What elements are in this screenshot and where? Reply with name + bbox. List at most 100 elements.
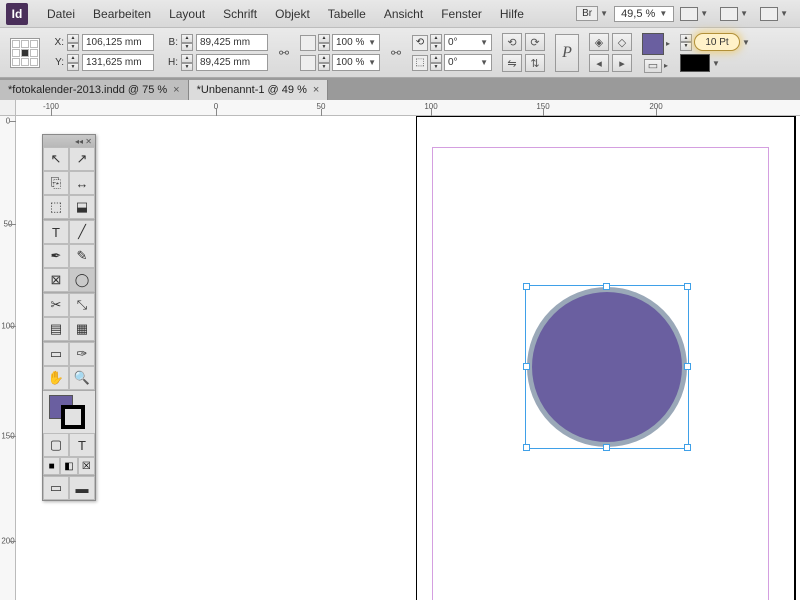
h-field[interactable]: 89,425 mm [196,54,268,71]
vertical-ruler[interactable]: 050100150200 [0,116,16,600]
close-icon[interactable]: × [173,84,179,96]
stroke-type-icon[interactable]: ▭ [644,59,662,73]
scale-x-spinner[interactable]: ▲▼ [318,34,330,51]
y-spinner[interactable]: ▲▼ [67,54,79,71]
view-mode-preview-icon[interactable]: ▬ [69,476,95,500]
bridge-button[interactable]: Br▼ [570,6,614,21]
menu-bar: Id Datei Bearbeiten Layout Schrift Objek… [0,0,800,28]
x-field[interactable]: 106,125 mm [82,34,154,51]
rotate-cw-icon[interactable]: ⟳ [525,33,545,51]
reference-point[interactable] [10,38,40,68]
scale-x-field[interactable]: 100 %▼ [332,34,380,51]
selection-tool[interactable]: ↖ [43,147,69,171]
free-transform-tool[interactable]: ⤡ [69,293,95,317]
handle-tr[interactable] [684,283,691,290]
direct-selection-tool[interactable]: ↗ [69,147,95,171]
line-tool[interactable]: ╱ [69,220,95,244]
ruler-origin[interactable] [0,100,16,116]
select-content-icon[interactable]: ◈ [589,33,609,51]
select-next-icon[interactable]: ▸ [612,54,632,72]
formatting-container-icon[interactable]: ▢ [43,433,69,457]
pen-tool[interactable]: ✒ [43,244,69,268]
type-tool[interactable]: T [43,220,69,244]
menu-fenster[interactable]: Fenster [432,7,491,21]
handle-ml[interactable] [523,363,530,370]
handle-br[interactable] [684,444,691,451]
flip-v-icon[interactable]: ⇅ [525,54,545,72]
scale-y-field[interactable]: 100 %▼ [332,54,380,71]
handle-tl[interactable] [523,283,530,290]
rotate-spinner[interactable]: ▲▼ [430,34,442,51]
stroke-color-icon[interactable] [61,405,85,429]
rotate-field[interactable]: 0°▼ [444,34,492,51]
menu-objekt[interactable]: Objekt [266,7,319,21]
w-field[interactable]: 89,425 mm [196,34,268,51]
shear-field[interactable]: 0°▼ [444,54,492,71]
select-container-icon[interactable]: ◇ [612,33,632,51]
screen-mode-icon[interactable]: ▼ [674,7,714,21]
formatting-text-icon[interactable]: T [69,433,95,457]
arrange-icon[interactable]: ▼ [714,7,754,21]
select-prev-icon[interactable]: ◂ [589,54,609,72]
content-placer-tool[interactable]: ⬓ [69,195,95,219]
pencil-tool[interactable]: ✎ [69,244,95,268]
gradient-feather-tool[interactable]: ▦ [69,317,95,341]
y-field[interactable]: 131,625 mm [82,54,154,71]
eyedropper-tool[interactable]: ✑ [69,342,95,366]
handle-mr[interactable] [684,363,691,370]
workspace-icon[interactable]: ▼ [754,7,794,21]
char-panel-icon[interactable]: P [555,34,579,72]
gap-tool[interactable]: ↔ [69,171,95,195]
selected-object[interactable] [527,287,687,447]
stroke-weight-field[interactable]: 10 Pt [694,33,740,51]
panel-header[interactable]: ◂◂ ✕ [43,135,95,147]
rotate-ccw-icon[interactable]: ⟲ [502,33,522,51]
zoom-level[interactable]: 49,5 %▼ [614,6,674,22]
view-mode-normal-icon[interactable]: ▭ [43,476,69,500]
app-logo: Id [6,3,28,25]
content-collector-tool[interactable]: ⬚ [43,195,69,219]
selection-frame [525,285,689,449]
menu-datei[interactable]: Datei [38,7,84,21]
handle-bl[interactable] [523,444,530,451]
menu-layout[interactable]: Layout [160,7,214,21]
note-tool[interactable]: ▭ [43,342,69,366]
menu-tabelle[interactable]: Tabelle [319,7,375,21]
gradient-swatch-tool[interactable]: ▤ [43,317,69,341]
scale-y-spinner[interactable]: ▲▼ [318,54,330,71]
constrain-wh-icon[interactable]: ⚯ [278,36,290,70]
fill-stroke-swatches[interactable] [43,391,95,433]
stroke-weight-spinner[interactable]: ▲▼ [680,34,692,51]
menu-schrift[interactable]: Schrift [214,7,266,21]
fill-swatch[interactable] [642,33,664,55]
handle-tc[interactable] [603,283,610,290]
w-spinner[interactable]: ▲▼ [181,34,193,51]
scissors-tool[interactable]: ✂ [43,293,69,317]
hand-tool[interactable]: ✋ [43,366,69,390]
page-tool[interactable]: ⎘ [43,171,69,195]
apply-color-icon[interactable]: ■ [43,457,60,475]
handle-bc[interactable] [603,444,610,451]
canvas[interactable]: ◂◂ ✕ ↖ ↗ ⎘ ↔ ⬚ ⬓ T ╱ ✒ ✎ ⊠ ◯ ✂ ⤡ ▤ ▦ [16,116,800,600]
shear-spinner[interactable]: ▲▼ [430,54,442,71]
page [416,116,796,600]
h-spinner[interactable]: ▲▼ [181,54,193,71]
zoom-tool[interactable]: 🔍 [69,366,95,390]
ellipse-tool[interactable]: ◯ [69,268,95,292]
tools-panel[interactable]: ◂◂ ✕ ↖ ↗ ⎘ ↔ ⬚ ⬓ T ╱ ✒ ✎ ⊠ ◯ ✂ ⤡ ▤ ▦ [42,134,96,501]
constrain-scale-icon[interactable]: ⚯ [390,36,402,70]
tab-fotokalender[interactable]: *fotokalender-2013.indd @ 75 %× [0,80,189,100]
menu-hilfe[interactable]: Hilfe [491,7,533,21]
menu-bearbeiten[interactable]: Bearbeiten [84,7,160,21]
flip-h-icon[interactable]: ⇋ [502,54,522,72]
stroke-style[interactable] [680,54,710,72]
close-icon[interactable]: × [313,84,319,96]
rectangle-frame-tool[interactable]: ⊠ [43,268,69,292]
horizontal-ruler[interactable]: -100050100150200 [16,100,800,116]
apply-none-icon[interactable]: ☒ [78,457,95,475]
tab-unbenannt[interactable]: *Unbenannt-1 @ 49 %× [189,80,329,100]
menu-ansicht[interactable]: Ansicht [375,7,432,21]
scale-x-icon [300,35,316,51]
apply-gradient-icon[interactable]: ◧ [60,457,77,475]
x-spinner[interactable]: ▲▼ [67,34,79,51]
